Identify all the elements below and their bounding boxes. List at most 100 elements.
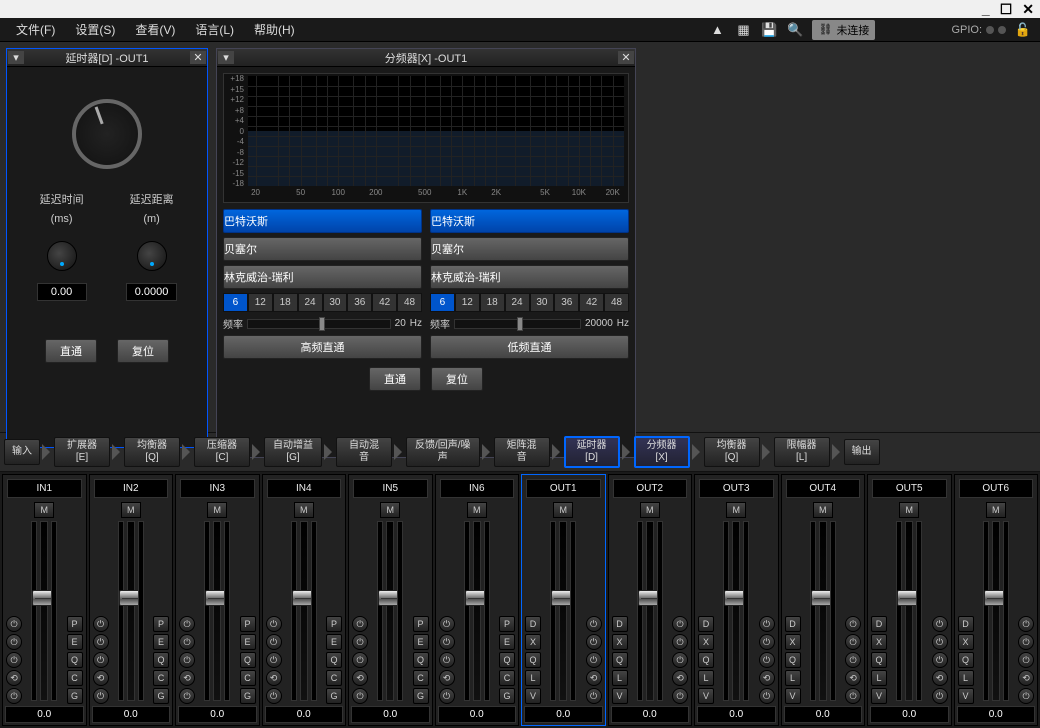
hpf-bypass-button[interactable]: 高频直通: [223, 335, 422, 359]
fader[interactable]: [300, 521, 308, 701]
strip-side-button[interactable]: ⏻: [179, 688, 195, 704]
fader[interactable]: [40, 521, 48, 701]
strip-side-button[interactable]: ⏻: [179, 616, 195, 632]
strip-fx-button-g[interactable]: G: [153, 688, 169, 704]
mute-button[interactable]: M: [467, 502, 487, 518]
strip-fx-button-d[interactable]: D: [698, 616, 714, 632]
strip-side-button[interactable]: ⏻: [266, 688, 282, 704]
hpf-slope-18[interactable]: 18: [273, 293, 298, 312]
strip-fx-button-p[interactable]: P: [67, 616, 83, 632]
strip-side-button[interactable]: ⏻: [672, 688, 688, 704]
hpf-slope-12[interactable]: 12: [248, 293, 273, 312]
fader[interactable]: [473, 521, 481, 701]
strip-side-button[interactable]: ⏻: [672, 652, 688, 668]
strip-fx-button-e[interactable]: E: [499, 634, 515, 650]
strip-side-button[interactable]: ⏻: [266, 634, 282, 650]
strip-fx-button-g[interactable]: G: [326, 688, 342, 704]
strip-side-button[interactable]: ⏻: [6, 688, 22, 704]
strip-fx-button-d[interactable]: D: [785, 616, 801, 632]
strip-fx-button-c[interactable]: C: [240, 670, 256, 686]
strip-fx-button-q[interactable]: Q: [871, 652, 887, 668]
strip-fx-button-q[interactable]: Q: [785, 652, 801, 668]
strip-value[interactable]: 0.0: [870, 706, 949, 723]
fader[interactable]: [732, 521, 740, 701]
strip-side-button[interactable]: ⏻: [179, 652, 195, 668]
strip-side-button[interactable]: ⏻: [586, 616, 602, 632]
xover-collapse-button[interactable]: ▾: [218, 51, 234, 64]
strip-fx-button-g[interactable]: G: [413, 688, 429, 704]
strip-fx-button-l[interactable]: L: [871, 670, 887, 686]
mute-button[interactable]: M: [640, 502, 660, 518]
mute-button[interactable]: M: [34, 502, 54, 518]
strip-side-button[interactable]: ⟲: [759, 670, 775, 686]
lpf-slope-6[interactable]: 6: [430, 293, 455, 312]
strip-side-button[interactable]: ⏻: [672, 616, 688, 632]
strip-fx-button-q[interactable]: Q: [240, 652, 256, 668]
strip-side-button[interactable]: ⏻: [439, 652, 455, 668]
strip-fx-button-l[interactable]: L: [958, 670, 974, 686]
strip-fx-button-d[interactable]: D: [871, 616, 887, 632]
strip-side-button[interactable]: ⟲: [672, 670, 688, 686]
fader[interactable]: [213, 521, 221, 701]
strip-fx-button-v[interactable]: V: [871, 688, 887, 704]
strip-side-button[interactable]: ⏻: [1018, 616, 1034, 632]
strip-value[interactable]: 0.0: [351, 706, 430, 723]
menu-settings[interactable]: 设置(S): [67, 18, 123, 41]
hpf-slope-30[interactable]: 30: [323, 293, 348, 312]
strip-side-button[interactable]: ⟲: [352, 670, 368, 686]
strip-side-button[interactable]: ⟲: [6, 670, 22, 686]
strip-fx-button-x[interactable]: X: [871, 634, 887, 650]
strip-fx-button-p[interactable]: P: [326, 616, 342, 632]
strip-fx-button-v[interactable]: V: [785, 688, 801, 704]
strip-side-button[interactable]: ⏻: [932, 652, 948, 668]
strip-side-button[interactable]: ⏻: [439, 688, 455, 704]
strip-fx-button-p[interactable]: P: [153, 616, 169, 632]
strip-side-button[interactable]: ⏻: [352, 616, 368, 632]
xover-reset-button[interactable]: 复位: [431, 367, 483, 391]
strip-fx-button-g[interactable]: G: [240, 688, 256, 704]
search-icon[interactable]: 🔍: [786, 21, 804, 39]
strip-fx-button-e[interactable]: E: [240, 634, 256, 650]
strip-side-button[interactable]: ⏻: [93, 652, 109, 668]
strip-side-button[interactable]: ⟲: [932, 670, 948, 686]
user-icon[interactable]: ▲: [708, 21, 726, 39]
strip-fx-button-e[interactable]: E: [153, 634, 169, 650]
menu-file[interactable]: 文件(F): [8, 18, 63, 41]
strip-side-button[interactable]: ⏻: [93, 688, 109, 704]
strip-fx-button-x[interactable]: X: [612, 634, 628, 650]
hpf-bessel-button[interactable]: 贝塞尔: [223, 237, 422, 261]
lpf-freq-slider[interactable]: [454, 319, 581, 329]
hpf-slope-24[interactable]: 24: [298, 293, 323, 312]
hpf-slope-36[interactable]: 36: [347, 293, 372, 312]
strip-fx-button-g[interactable]: G: [499, 688, 515, 704]
chain-node-音[interactable]: 矩阵混音: [494, 437, 550, 467]
strip-fx-button-v[interactable]: V: [698, 688, 714, 704]
strip-side-button[interactable]: ⏻: [6, 616, 22, 632]
strip-value[interactable]: 0.0: [524, 706, 603, 723]
delay-dist-knob[interactable]: [137, 241, 167, 271]
hpf-slope-48[interactable]: 48: [397, 293, 422, 312]
chain-node-l[interactable]: 限幅器[L]: [774, 437, 830, 467]
strip-fx-button-p[interactable]: P: [413, 616, 429, 632]
lpf-slope-42[interactable]: 42: [579, 293, 604, 312]
strip-value[interactable]: 0.0: [784, 706, 863, 723]
fader[interactable]: [905, 521, 913, 701]
hpf-slope-42[interactable]: 42: [372, 293, 397, 312]
lpf-linkwitz-button[interactable]: 林克威治-瑞利: [430, 265, 629, 289]
strip-value[interactable]: 0.0: [957, 706, 1036, 723]
chain-node-g[interactable]: 自动增益[G]: [264, 437, 322, 467]
strip-side-button[interactable]: ⏻: [439, 616, 455, 632]
chain-output[interactable]: 输出: [844, 439, 880, 465]
strip-fx-button-p[interactable]: P: [499, 616, 515, 632]
hpf-butterworth-button[interactable]: 巴特沃斯: [223, 209, 422, 233]
strip-fx-button-c[interactable]: C: [413, 670, 429, 686]
strip-side-button[interactable]: ⟲: [586, 670, 602, 686]
strip-side-button[interactable]: ⏻: [93, 616, 109, 632]
lpf-bessel-button[interactable]: 贝塞尔: [430, 237, 629, 261]
save-icon[interactable]: 💾: [760, 21, 778, 39]
strip-side-button[interactable]: ⏻: [932, 688, 948, 704]
strip-value[interactable]: 0.0: [92, 706, 171, 723]
xover-graph[interactable]: +18+15+12+8+40-4-8-12-15-18 205010020050…: [223, 73, 629, 203]
menu-language[interactable]: 语言(L): [187, 18, 242, 41]
chain-node-x[interactable]: 分频器[X]: [634, 436, 690, 468]
